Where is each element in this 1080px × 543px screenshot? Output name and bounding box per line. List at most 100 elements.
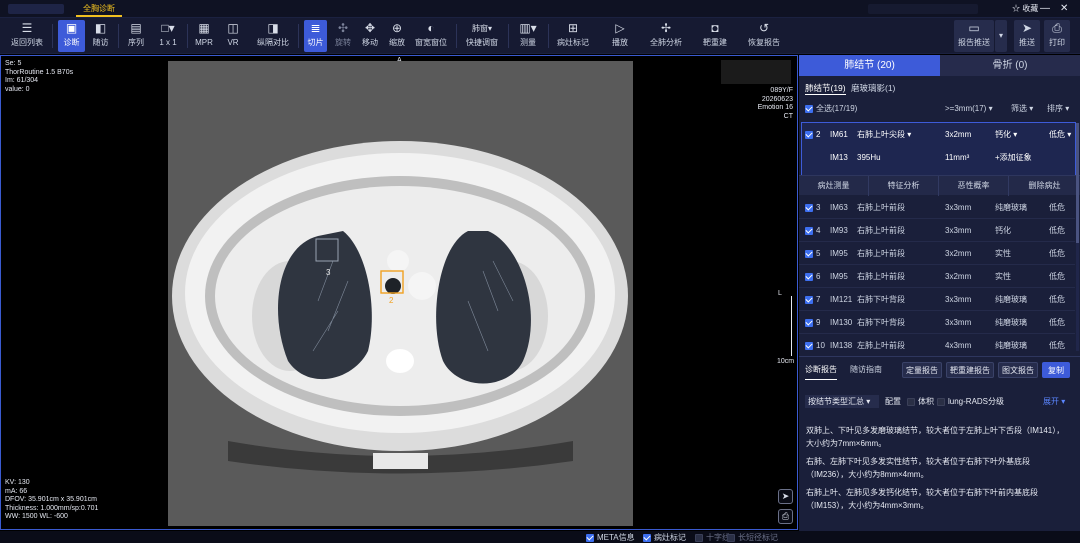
nodule-number: 6 [816, 272, 821, 281]
move-button[interactable]: ✥ 移动 [360, 20, 380, 52]
summary-mode-select[interactable]: 按结节类型汇总 ▾ [805, 395, 879, 408]
measure-button[interactable]: ▥▾ 测量 [515, 20, 541, 52]
nodule-row[interactable]: 6 IM95 右肺上叶前段 3x2mm 实性 低危 [799, 265, 1075, 288]
send-button[interactable]: ➤ 推送 [1014, 20, 1040, 52]
print-button[interactable]: ⎙ 打印 [1044, 20, 1070, 52]
checkbox[interactable] [805, 203, 813, 212]
zoom-button[interactable]: ⊕ 缩放 [386, 20, 408, 52]
nodule-row[interactable]: 9 IM130 右肺下叶背段 3x3mm 纯磨玻璃 低危 [799, 311, 1075, 334]
nodule-row[interactable]: 10 IM138 左肺上叶前段 4x3mm 纯磨玻璃 低危 [799, 334, 1075, 357]
checkbox[interactable] [805, 272, 813, 281]
meta-info-toggle[interactable]: META信息 [586, 533, 635, 542]
checkbox[interactable] [727, 533, 735, 542]
target-reconstruction-button[interactable]: ◘ 靶重建 [700, 20, 730, 52]
copy-button[interactable]: 复制 [1042, 362, 1070, 378]
quick-window-button[interactable]: 肺窗▾ 快捷调窗 [463, 20, 501, 52]
size-filter-dropdown[interactable]: >=3mm(17) ▾ [945, 102, 993, 116]
divider [298, 24, 299, 48]
select-all[interactable]: 全选(17/19) [805, 102, 857, 116]
list-header: 全选(17/19) >=3mm(17) ▾ 筛选 ▾ 排序 ▾ [799, 102, 1080, 116]
lung-analysis-button[interactable]: ✢ 全肺分析 [647, 20, 685, 52]
tab-fracture[interactable]: 骨折 (0) [940, 55, 1080, 76]
subtab-ggo[interactable]: 磨玻璃影(1) [851, 82, 895, 94]
selected-nodule-row[interactable]: 2 IM61 右肺上叶尖段 ▾ 3x2mm 钙化 ▾ 低危 ▾ [799, 128, 1080, 142]
expand-button[interactable]: 展开 ▾ [1043, 395, 1065, 408]
measure-icon: ▥▾ [519, 21, 537, 35]
checkbox[interactable] [937, 397, 945, 406]
feature-analysis-button[interactable]: 特征分析 [869, 176, 939, 196]
viewer-print-button[interactable]: ⎙ [778, 509, 793, 524]
nodule-location: 右肺上叶前段 [857, 226, 905, 235]
nodule-number: 3 [816, 203, 821, 212]
sort-button[interactable]: 排序 ▾ [1047, 102, 1069, 116]
nodule-row[interactable]: 5 IM95 右肺上叶前段 3x2mm 实性 低危 [799, 242, 1075, 265]
ct-scan-image[interactable]: 3 2 [168, 61, 633, 526]
mediastinum-compare-button[interactable]: ◨ 纵隔对比 [254, 20, 292, 52]
checkbox[interactable] [805, 104, 813, 113]
delete-lesion-button[interactable]: 删除病灶 [1009, 176, 1080, 196]
location-dropdown[interactable]: 右肺上叶尖段 ▾ [857, 128, 911, 142]
nodule-size: 3x3mm [945, 295, 972, 304]
orientation-left: L [778, 290, 782, 297]
lesion-measure-button[interactable]: 病灶测量 [799, 176, 869, 196]
viewer-send-button[interactable]: ➤ [778, 489, 793, 504]
checkbox[interactable] [695, 533, 703, 542]
nodule-row[interactable]: 4 IM93 右肺上叶前段 3x3mm 钙化 低危 [799, 219, 1075, 242]
checkbox[interactable] [805, 318, 813, 327]
followup-button[interactable]: ◧ 随访 [88, 20, 113, 52]
tab-diagnosis-report[interactable]: 诊断报告 [805, 361, 837, 380]
malignancy-probability-button[interactable]: 恶性概率 [939, 176, 1009, 196]
checkbox[interactable] [805, 249, 813, 258]
tab-lung-nodule[interactable]: 肺结节 (20) [799, 55, 940, 76]
filter-button[interactable]: 筛选 ▾ [1011, 102, 1033, 116]
play-button[interactable]: ▷ 播放 [608, 20, 632, 52]
axis-mark-toggle[interactable]: 长短径标记 [727, 533, 778, 542]
image-report-button[interactable]: 图文报告 [998, 362, 1038, 378]
favorite-button[interactable]: ☆ 收藏 [1012, 3, 1038, 15]
close-icon[interactable]: ✕ [1060, 2, 1068, 16]
checkbox[interactable] [805, 226, 813, 235]
report-push-button[interactable]: ▭ 报告推送 [954, 20, 994, 52]
diagnose-button[interactable]: ▣ 诊断 [58, 20, 85, 52]
lung-rads-toggle[interactable]: lung-RADS分级 [937, 395, 1004, 408]
rotate-button[interactable]: ✣ 旋转 [332, 20, 354, 52]
target-report-button[interactable]: 靶重建报告 [946, 362, 994, 378]
checkbox[interactable] [907, 397, 915, 406]
add-sign-button[interactable]: +添加征象 [995, 151, 1032, 165]
checkbox[interactable] [805, 341, 813, 350]
checkbox[interactable] [643, 533, 651, 542]
vr-button[interactable]: ◫ VR [222, 20, 244, 52]
restore-report-button[interactable]: ↺ 恢复报告 [745, 20, 783, 52]
chevron-down-icon: ▾ [1067, 130, 1072, 139]
checkbox[interactable] [586, 533, 594, 542]
chevron-down-icon: ▾ [866, 397, 871, 406]
subtab-nodule[interactable]: 肺结节(19) [805, 82, 846, 95]
quantitative-report-button[interactable]: 定量报告 [902, 362, 942, 378]
lesion-mark-button[interactable]: ⊞ 病灶标记 [556, 20, 590, 52]
lesion-mark-toggle[interactable]: 病灶标记 [643, 533, 686, 542]
minimize-icon[interactable]: — [1040, 2, 1050, 16]
risk-dropdown[interactable]: 低危 ▾ [1049, 128, 1071, 142]
tab-followup-guide[interactable]: 随访指南 [850, 361, 882, 379]
checkbox[interactable] [805, 295, 813, 304]
mpr-button[interactable]: ▦ MPR [192, 20, 216, 52]
checkbox[interactable] [805, 130, 813, 139]
series-button[interactable]: ▤ 序列 [123, 20, 149, 52]
scrollbar-thumb[interactable] [1076, 123, 1079, 243]
slice-icon: ≣ [310, 21, 321, 35]
nodule-row[interactable]: 3 IM63 右肺上叶前段 3x3mm 纯磨玻璃 低危 [799, 196, 1075, 219]
back-to-list-button[interactable]: ☰ 返回列表 [8, 20, 46, 52]
volume-toggle[interactable]: 体积 [907, 395, 934, 408]
type-dropdown[interactable]: 钙化 ▾ [995, 128, 1017, 142]
slice-button[interactable]: ≣ 切片 [304, 20, 327, 52]
mark-icon: ⊞ [567, 21, 579, 35]
tab-chest-diagnosis[interactable]: 全胸诊断 [76, 2, 122, 17]
report-push-dropdown[interactable]: ▾ [995, 20, 1007, 52]
layout-button[interactable]: □▾ 1 x 1 [155, 20, 181, 52]
window-level-button[interactable]: ◐ 窗宽窗位 [413, 20, 449, 52]
crosshair-toggle[interactable]: 十字线 [695, 533, 730, 542]
nodule-row[interactable]: 7 IM121 右肺下叶背段 3x3mm 纯磨玻璃 低危 [799, 288, 1075, 311]
nodule-im: IM63 [830, 203, 848, 212]
zoom-icon: ⊕ [391, 21, 403, 35]
image-viewer[interactable]: Se: 5 ThorRoutine 1.5 B70s Im: 61/304 va… [0, 55, 798, 530]
